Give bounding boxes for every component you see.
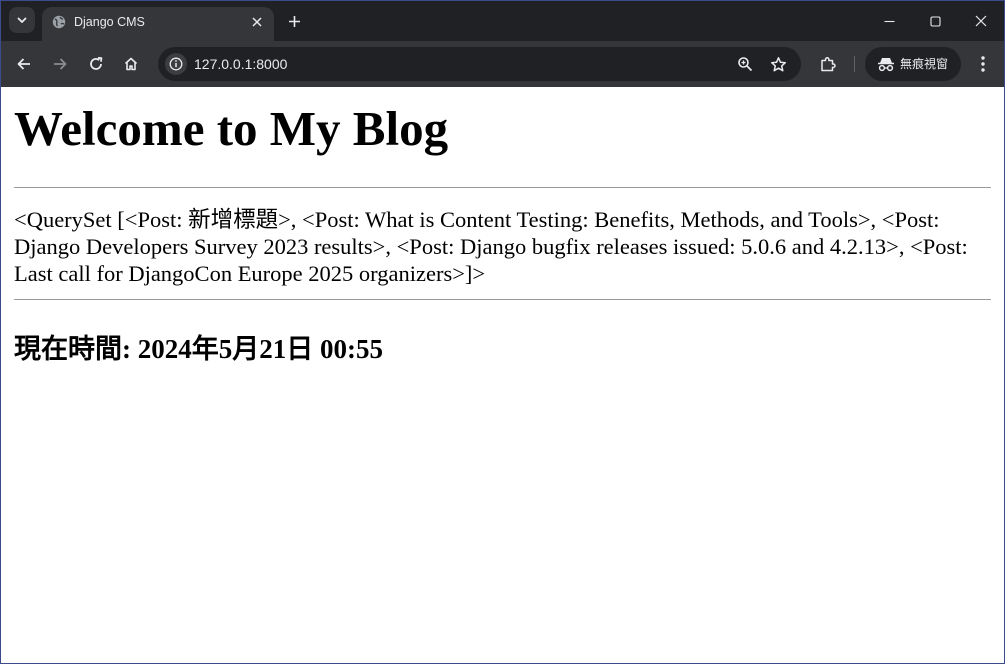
maximize-icon [929,15,941,27]
browser-window: Django CMS 127.0.0.1:8000 無痕視窗 Welcome t… [0,0,1005,664]
browser-menu-button[interactable] [971,52,995,76]
tab-django-cms[interactable]: Django CMS [42,7,274,41]
maximize-button[interactable] [912,9,958,33]
forward-arrow-icon [54,58,67,70]
address-bar[interactable]: 127.0.0.1:8000 [158,47,801,81]
bookmark-star-button[interactable] [769,55,787,73]
extensions-button[interactable] [816,52,840,76]
divider-top [14,187,991,188]
new-tab-button[interactable] [285,12,303,30]
incognito-label: 無痕視窗 [900,57,949,71]
tab-search-button[interactable] [9,7,35,33]
minimize-icon [884,20,894,22]
url-text[interactable]: 127.0.0.1:8000 [194,55,287,73]
site-info-button[interactable] [165,53,187,75]
extensions-icon [821,57,836,72]
zoom-icon [738,57,753,72]
page-content: Welcome to My Blog <QuerySet [<Post: 新增標… [1,87,1004,663]
minimize-button[interactable] [866,9,912,33]
forward-button[interactable] [48,52,72,76]
back-arrow-icon [17,58,30,70]
current-time-heading: 現在時間: 2024年5月21日 00:55 [14,334,383,364]
home-icon [124,57,138,71]
plus-icon [288,15,300,27]
browser-toolbar: 127.0.0.1:8000 無痕視窗 [1,41,1004,87]
close-icon [252,17,262,27]
home-button[interactable] [119,52,143,76]
star-icon [770,56,786,71]
window-close-button[interactable] [958,9,1004,33]
globe-favicon-icon [52,15,66,29]
queryset-output: <QuerySet [<Post: 新增標題>, <Post: What is … [14,207,968,286]
tab-search-icon [17,17,27,23]
tab-title: Django CMS [74,15,145,29]
window-close-icon [975,15,987,27]
page-title: Welcome to My Blog [14,101,449,156]
info-icon [169,57,183,71]
incognito-indicator[interactable]: 無痕視窗 [865,47,961,81]
incognito-icon [878,58,894,72]
toolbar-divider [854,56,855,72]
tab-strip: Django CMS [1,1,1004,41]
tab-close-button[interactable] [249,14,265,30]
divider-bottom [14,299,991,300]
back-button[interactable] [12,52,36,76]
reload-icon [90,56,103,70]
zoom-button[interactable] [736,55,754,73]
reload-button[interactable] [84,52,108,76]
menu-dots-icon [981,56,985,72]
